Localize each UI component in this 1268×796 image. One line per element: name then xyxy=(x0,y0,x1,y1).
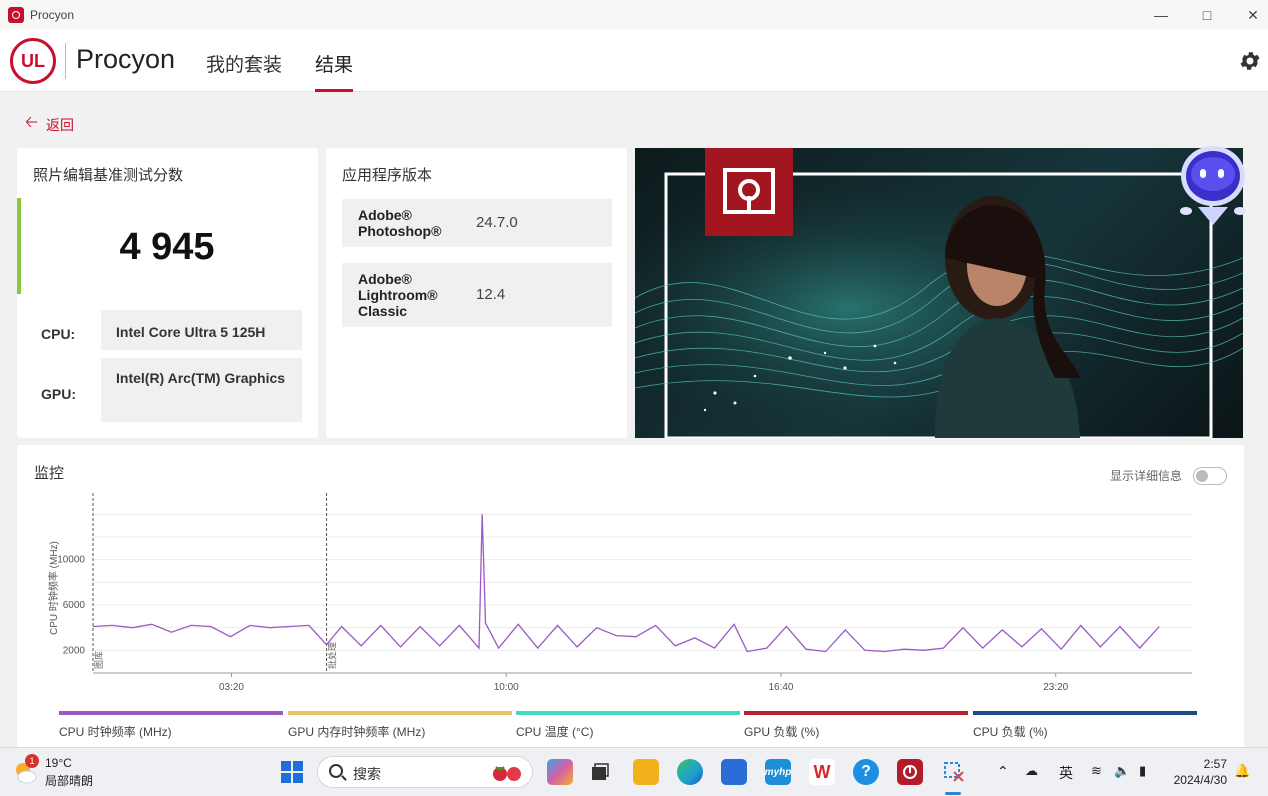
score-card: 照片编辑基准测试分数 4 945 CPU: Intel Core Ultra 5… xyxy=(17,148,318,438)
file-explorer-icon[interactable] xyxy=(633,759,659,785)
back-arrow-icon: 🡠 xyxy=(25,114,38,131)
chart-markers: 图库 批处理 xyxy=(92,493,338,673)
legend-label: CPU 温度 (°C) xyxy=(516,725,594,739)
nav-my-suites[interactable]: 我的套装 xyxy=(206,50,282,77)
app-header: UL Procyon 我的套装 结果 xyxy=(0,30,1268,92)
wps-icon[interactable]: W xyxy=(809,759,835,785)
brand-title: Procyon xyxy=(76,44,176,74)
search-icon xyxy=(329,764,343,778)
y-tick-label: 6000 xyxy=(63,600,86,611)
gpu-value: Intel(R) Arc(TM) Graphics xyxy=(101,358,302,422)
photo-editing-hero-image xyxy=(635,148,1243,438)
legend-label: CPU 负载 (%) xyxy=(973,725,1048,739)
legend-cpu-load[interactable]: CPU 负载 (%) xyxy=(973,711,1197,740)
legend-label: GPU 负载 (%) xyxy=(744,725,820,739)
windows-taskbar: 1 19°C 局部晴朗 搜索 myhp W ? ⌃ ☁ 英 ≋ 🔈 ▮ 2:57… xyxy=(0,747,1268,796)
assistant-robot-icon[interactable] xyxy=(1178,143,1248,233)
strawberry-icon xyxy=(490,764,524,782)
clock-time: 2:57 xyxy=(1203,757,1227,771)
nav-results[interactable]: 结果 xyxy=(315,50,353,77)
search-placeholder: 搜索 xyxy=(353,766,381,782)
app-name: Adobe® Lightroom® Classic xyxy=(358,271,438,319)
active-app-indicator xyxy=(945,792,961,795)
close-button[interactable]: ✕ xyxy=(1230,0,1268,30)
results-content: 🡠 返回 照片编辑基准测试分数 4 945 CPU: Intel Core Ul… xyxy=(0,92,1268,750)
back-link[interactable]: 🡠 返回 xyxy=(25,111,74,138)
procyon-app-icon xyxy=(8,7,24,23)
legend-color xyxy=(59,711,283,715)
maximize-button[interactable]: □ xyxy=(1184,0,1230,30)
legend-color xyxy=(973,711,1197,715)
legend-cpu-temp[interactable]: CPU 温度 (°C) xyxy=(516,711,740,740)
clock-date: 2024/4/30 xyxy=(1173,773,1227,787)
app-row-lightroom: Adobe® Lightroom® Classic 12.4 xyxy=(342,263,612,327)
gpu-label: GPU: xyxy=(41,386,76,402)
series-line-cpu-clock xyxy=(92,514,1160,653)
ul-logo: UL xyxy=(10,38,56,84)
y-tick-label: 10000 xyxy=(57,555,85,566)
legend-color xyxy=(288,711,512,715)
x-tick-label: 10:00 xyxy=(494,682,519,693)
help-icon[interactable]: ? xyxy=(853,759,879,785)
phase-marker-label: 批处理 xyxy=(327,642,338,669)
chart-ticks: 2000 6000 10000 03:20 10:00 16:40 23:20 xyxy=(57,555,1068,693)
x-tick-label: 16:40 xyxy=(768,682,793,693)
procyon-icon[interactable] xyxy=(897,759,923,785)
legend-label: CPU 时钟频率 (MHz) xyxy=(59,725,172,739)
gear-icon[interactable] xyxy=(1238,49,1262,73)
monitoring-panel: 监控 显示详细信息 CPU 时钟频率 (MHz) 2000 6000 10000 03… xyxy=(17,445,1244,750)
chart-grid xyxy=(93,513,1192,674)
task-view-icon[interactable] xyxy=(587,759,613,785)
app-version: 12.4 xyxy=(476,286,506,303)
onedrive-icon[interactable]: ☁ xyxy=(1025,763,1038,779)
window-titlebar: Procyon — □ ✕ xyxy=(0,0,1268,30)
copilot-icon[interactable] xyxy=(547,759,573,785)
notification-bell-icon[interactable]: 🔔 xyxy=(1234,763,1250,779)
back-label: 返回 xyxy=(45,116,74,133)
monitoring-chart: CPU 时钟频率 (MHz) 200060001000003:20 10:00 16… xyxy=(47,493,1192,693)
logo-divider xyxy=(65,43,66,79)
phase-marker-label: 图库 xyxy=(93,651,104,669)
app-versions-card: 应用程序版本 Adobe® Photoshop® 24.7.0 Adobe® L… xyxy=(326,148,627,438)
app-version: 24.7.0 xyxy=(476,214,518,231)
chart-series xyxy=(92,514,1160,653)
cpu-value: Intel Core Ultra 5 125H xyxy=(101,310,302,350)
weather-desc[interactable]: 局部晴朗 xyxy=(45,772,93,789)
app-versions-title: 应用程序版本 xyxy=(342,167,433,184)
legend-color xyxy=(516,711,740,715)
taskbar-clock[interactable]: 2:57 2024/4/30 xyxy=(1171,756,1227,788)
x-tick-label: 03:20 xyxy=(219,682,244,693)
windows-start-icon[interactable] xyxy=(279,759,305,785)
y-tick-label: 2000 xyxy=(63,645,86,656)
legend-cpu-clock[interactable]: CPU 时钟频率 (MHz) xyxy=(59,711,283,740)
battery-icon[interactable]: ▮ xyxy=(1139,763,1146,779)
edge-icon[interactable] xyxy=(677,759,703,785)
ime-indicator[interactable]: 英 xyxy=(1059,763,1073,783)
minimize-button[interactable]: — xyxy=(1138,0,1184,30)
snipping-tool-icon[interactable] xyxy=(941,759,967,785)
myhp-icon[interactable]: myhp xyxy=(765,759,791,785)
chevron-up-icon[interactable]: ⌃ xyxy=(997,763,1009,780)
weather-badge: 1 xyxy=(25,754,39,768)
speaker-icon[interactable]: 🔈 xyxy=(1114,763,1130,779)
store-icon[interactable] xyxy=(721,759,747,785)
legend-label: GPU 内存时钟频率 (MHz) xyxy=(288,725,426,739)
benchmark-score: 4 945 xyxy=(119,226,215,268)
window-title: Procyon xyxy=(30,8,75,22)
weather-temp[interactable]: 19°C xyxy=(45,756,72,770)
cpu-label: CPU: xyxy=(41,326,76,342)
wifi-icon[interactable]: ≋ xyxy=(1091,763,1102,779)
app-row-photoshop: Adobe® Photoshop® 24.7.0 xyxy=(342,199,612,247)
taskbar-search[interactable]: 搜索 xyxy=(317,756,533,788)
legend-gpu-load[interactable]: GPU 负载 (%) xyxy=(744,711,968,740)
score-card-title: 照片编辑基准测试分数 xyxy=(33,167,184,184)
x-tick-label: 23:20 xyxy=(1043,682,1068,693)
legend-color xyxy=(744,711,968,715)
legend-gpu-mem-clock[interactable]: GPU 内存时钟频率 (MHz) xyxy=(288,711,512,740)
app-name: Adobe® Photoshop® xyxy=(358,207,442,239)
